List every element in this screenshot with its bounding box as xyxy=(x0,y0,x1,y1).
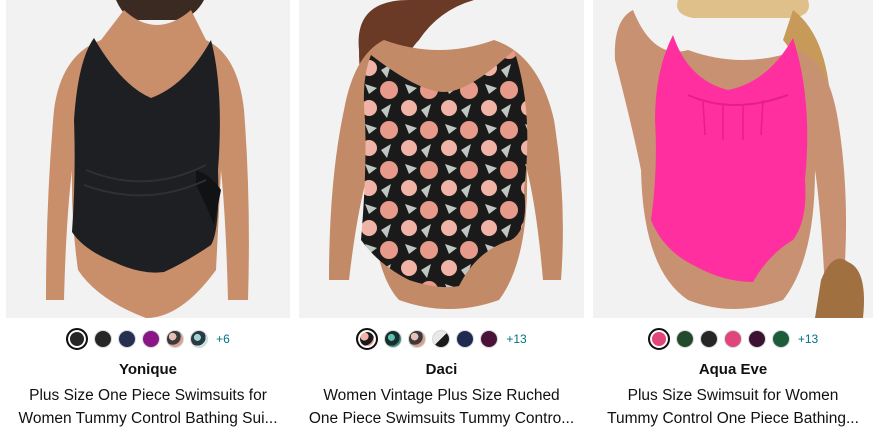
product-title[interactable]: Women Vintage Plus Size Ruched One Piece… xyxy=(303,384,580,427)
product-title-line[interactable]: Plus Size One Piece Swimsuits for xyxy=(10,384,286,407)
product-title-line[interactable]: Plus Size Swimsuit for Women xyxy=(597,384,869,407)
color-swatch[interactable] xyxy=(408,330,427,348)
color-swatches: +13 xyxy=(299,327,584,351)
color-swatch[interactable] xyxy=(723,330,742,348)
product-image[interactable] xyxy=(593,0,873,318)
product-card[interactable]: +13 Daci Women Vintage Plus Size Ruched … xyxy=(299,0,584,427)
product-title-line[interactable]: One Piece Swimsuits Tummy Contro... xyxy=(303,407,580,427)
product-title-line[interactable]: Tummy Control One Piece Bathing... xyxy=(597,407,869,427)
more-colors-link[interactable]: +13 xyxy=(506,332,526,346)
color-swatch[interactable] xyxy=(456,330,475,348)
color-swatch[interactable] xyxy=(384,330,403,348)
color-swatch[interactable] xyxy=(675,330,694,348)
color-swatch[interactable] xyxy=(94,330,113,348)
product-brand: Aqua Eve xyxy=(698,361,768,378)
color-swatches: +6 xyxy=(6,327,290,351)
product-brand: Yonique xyxy=(118,361,178,378)
color-swatch[interactable] xyxy=(356,328,379,350)
product-image[interactable] xyxy=(6,0,290,318)
product-title-line[interactable]: Women Vintage Plus Size Ruched xyxy=(303,384,580,407)
product-card[interactable]: +6 Yonique Plus Size One Piece Swimsuits… xyxy=(6,0,290,427)
product-grid: +6 Yonique Plus Size One Piece Swimsuits… xyxy=(0,0,873,427)
color-swatch[interactable] xyxy=(647,328,670,350)
product-title-line[interactable]: Women Tummy Control Bathing Sui... xyxy=(10,407,286,427)
color-swatch[interactable] xyxy=(66,328,89,350)
color-swatches: +13 xyxy=(593,327,873,351)
product-title[interactable]: Plus Size One Piece Swimsuits for Women … xyxy=(10,384,286,427)
color-swatch[interactable] xyxy=(480,330,499,348)
color-swatch[interactable] xyxy=(432,330,451,348)
color-swatch[interactable] xyxy=(747,330,766,348)
color-swatch[interactable] xyxy=(118,330,137,348)
product-brand: Daci xyxy=(425,361,458,378)
more-colors-link[interactable]: +13 xyxy=(798,332,818,346)
product-card[interactable]: +13 Aqua Eve Plus Size Swimsuit for Wome… xyxy=(593,0,873,427)
color-swatch[interactable] xyxy=(190,330,209,348)
product-title[interactable]: Plus Size Swimsuit for Women Tummy Contr… xyxy=(597,384,869,427)
color-swatch[interactable] xyxy=(142,330,161,348)
product-image[interactable] xyxy=(299,0,584,318)
color-swatch[interactable] xyxy=(166,330,185,348)
color-swatch[interactable] xyxy=(771,330,790,348)
more-colors-link[interactable]: +6 xyxy=(216,332,230,346)
color-swatch[interactable] xyxy=(699,330,718,348)
